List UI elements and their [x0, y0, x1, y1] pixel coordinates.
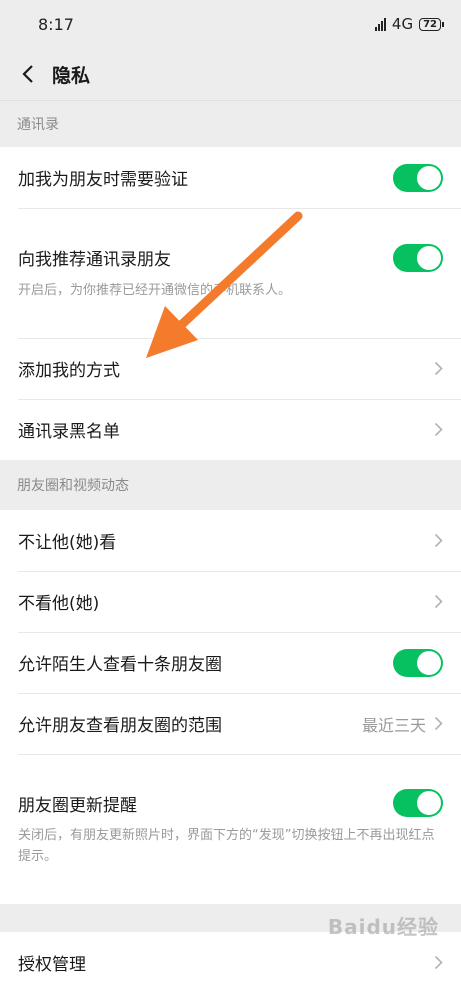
- contacts-group: 加我为朋友时需要验证 向我推荐通讯录朋友 开启后，为你推荐已经开通微信的手机联系…: [0, 147, 461, 460]
- view-range-value: 最近三天: [361, 715, 426, 735]
- moments-group: 不让他(她)看 不看他(她) 允许陌生人查看十条朋友圈 允许朋友查看朋友圈的范围…: [0, 510, 461, 904]
- moments-update-desc: 关闭后，有朋友更新照片时，界面下方的“发现”切换按钮上不再出现红点提示。: [18, 828, 435, 864]
- section-header-moments: 朋友圈和视频动态: [17, 478, 129, 494]
- auth-management-row[interactable]: 授权管理: [0, 932, 461, 993]
- blacklist-row[interactable]: 通讯录黑名单: [0, 399, 461, 460]
- watermark: Baidu经验: [327, 915, 439, 939]
- stranger-view-toggle[interactable]: [393, 648, 443, 677]
- chevron-right-icon: [434, 533, 443, 548]
- moments-update-label: 朋友圈更新提醒: [18, 795, 137, 816]
- dont-see-label: 不看他(她): [18, 594, 100, 614]
- add-method-label: 添加我的方式: [18, 361, 120, 381]
- status-indicators: 4G 72: [374, 15, 444, 33]
- nav-bar: 隐私: [0, 48, 461, 101]
- recommend-contacts-label: 向我推荐通讯录朋友: [18, 250, 171, 270]
- signal-icon: [374, 17, 386, 31]
- chevron-right-icon: [434, 361, 443, 376]
- blacklist-label: 通讯录黑名单: [18, 422, 120, 442]
- recommend-contacts-row[interactable]: 向我推荐通讯录朋友 开启后，为你推荐已经开通微信的手机联系人。: [0, 208, 461, 338]
- chevron-right-icon: [434, 594, 443, 609]
- verify-friend-toggle[interactable]: [393, 163, 443, 192]
- recommend-contacts-toggle[interactable]: [393, 243, 443, 272]
- view-range-row[interactable]: 允许朋友查看朋友圈的范围 最近三天: [0, 693, 461, 754]
- page-title: 隐私: [52, 64, 91, 87]
- battery-icon: 72: [419, 17, 444, 31]
- hide-from-row[interactable]: 不让他(她)看: [0, 510, 461, 571]
- auth-group: 授权管理: [0, 932, 461, 993]
- recommend-contacts-desc: 开启后，为你推荐已经开通微信的手机联系人。: [18, 282, 292, 298]
- verify-friend-label: 加我为朋友时需要验证: [18, 170, 188, 190]
- stranger-view-row[interactable]: 允许陌生人查看十条朋友圈: [0, 632, 461, 693]
- status-time: 8:17: [38, 14, 74, 34]
- add-method-row[interactable]: 添加我的方式: [0, 338, 461, 399]
- auth-management-label: 授权管理: [18, 955, 86, 975]
- moments-update-row[interactable]: 朋友圈更新提醒 关闭后，有朋友更新照片时，界面下方的“发现”切换按钮上不再出现红…: [0, 754, 461, 904]
- view-range-label: 允许朋友查看朋友圈的范围: [18, 716, 222, 736]
- network-label: 4G: [391, 15, 414, 33]
- battery-level: 72: [423, 18, 437, 30]
- view-range-value-group: 最近三天: [362, 712, 443, 736]
- chevron-right-icon: [434, 955, 443, 970]
- moments-update-toggle[interactable]: [393, 789, 443, 817]
- dont-see-row[interactable]: 不看他(她): [0, 571, 461, 632]
- stranger-view-label: 允许陌生人查看十条朋友圈: [18, 655, 222, 675]
- back-arrow-icon[interactable]: [16, 62, 40, 86]
- status-bar: 8:17 4G 72: [0, 0, 461, 48]
- section-header-contacts: 通讯录: [17, 117, 59, 133]
- chevron-right-icon: [434, 716, 443, 731]
- chevron-right-icon: [434, 422, 443, 437]
- hide-from-label: 不让他(她)看: [18, 533, 117, 553]
- verify-friend-row[interactable]: 加我为朋友时需要验证: [0, 147, 461, 208]
